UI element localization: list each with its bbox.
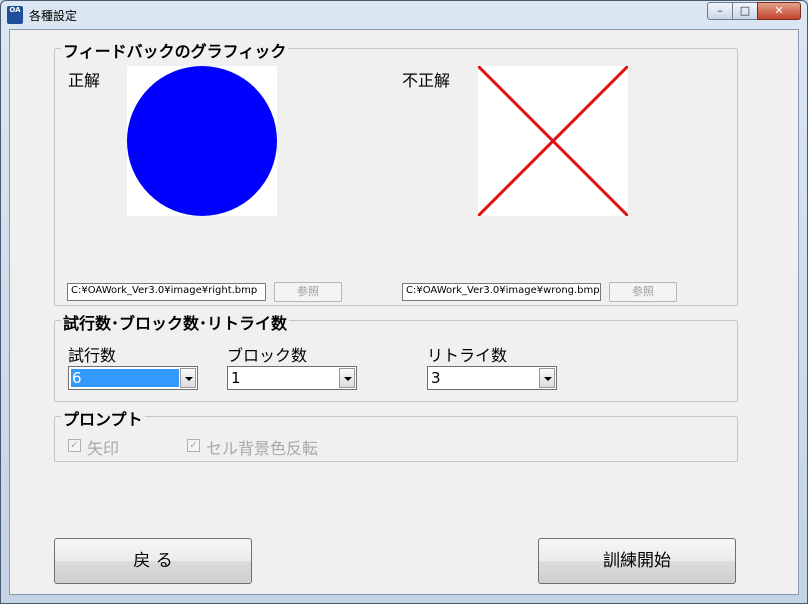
retries-select[interactable]: 3 — [427, 366, 557, 390]
dialog-client-area: フィードバックのグラフィック 正解 不正解 C:¥OAWork_Ver3.0¥i… — [9, 29, 799, 595]
blocks-label: ブロック数 — [227, 346, 308, 365]
incorrect-image-path-field[interactable]: C:¥OAWork_Ver3.0¥image¥wrong.bmp — [402, 283, 601, 301]
close-button[interactable]: ✕ — [757, 2, 801, 20]
incorrect-image-preview — [476, 64, 630, 218]
start-training-button[interactable]: 訓練開始 — [538, 538, 736, 584]
arrow-checkbox[interactable]: ✓ — [68, 439, 81, 452]
correct-image-preview — [127, 66, 277, 216]
incorrect-label: 不正解 — [402, 71, 451, 90]
app-icon: OA — [7, 6, 23, 24]
retries-select-value: 3 — [431, 369, 441, 387]
chevron-down-icon[interactable] — [339, 368, 355, 388]
cell-bg-invert-checkbox[interactable]: ✓ — [187, 439, 200, 452]
title-bar[interactable]: OA 各種設定 – □ ✕ — [1, 1, 807, 29]
cell-bg-invert-checkbox-label[interactable]: セル背景色反転 — [206, 435, 318, 459]
trials-select-value: 6 — [71, 369, 179, 387]
chevron-down-icon[interactable] — [539, 368, 555, 388]
settings-window: OA 各種設定 – □ ✕ フィードバックのグラフィック 正解 不正解 C:¥O… — [0, 0, 808, 604]
feedback-group-title: フィードバックのグラフィック — [61, 38, 289, 62]
trials-select[interactable]: 6 — [68, 366, 198, 390]
maximize-button[interactable]: □ — [732, 2, 758, 20]
minimize-button[interactable]: – — [707, 2, 733, 20]
feedback-graphics-group: フィードバックのグラフィック 正解 不正解 C:¥OAWork_Ver3.0¥i… — [54, 38, 738, 306]
correct-image-path-field[interactable]: C:¥OAWork_Ver3.0¥image¥right.bmp — [67, 283, 266, 301]
trials-label: 試行数 — [68, 346, 117, 365]
trials-blocks-retries-group: 試行数･ブロック数･リトライ数 試行数 6 ブロック数 1 リトライ数 3 — [54, 310, 738, 402]
blue-circle-icon — [127, 66, 277, 216]
arrow-checkbox-label[interactable]: 矢印 — [87, 435, 119, 459]
chevron-down-icon[interactable] — [180, 368, 196, 388]
prompt-group: プロンプト ✓ 矢印 ✓ セル背景色反転 — [54, 406, 738, 462]
correct-label: 正解 — [68, 71, 101, 90]
back-button[interactable]: 戻 る — [54, 538, 252, 584]
blocks-select-value: 1 — [231, 369, 241, 387]
correct-browse-button[interactable]: 参照 — [274, 282, 342, 302]
trials-group-title: 試行数･ブロック数･リトライ数 — [61, 310, 290, 334]
retries-label: リトライ数 — [427, 346, 508, 365]
window-title: 各種設定 — [29, 9, 78, 23]
red-x-icon — [476, 64, 630, 218]
incorrect-browse-button[interactable]: 参照 — [609, 282, 677, 302]
blocks-select[interactable]: 1 — [227, 366, 357, 390]
prompt-group-title: プロンプト — [61, 406, 145, 430]
